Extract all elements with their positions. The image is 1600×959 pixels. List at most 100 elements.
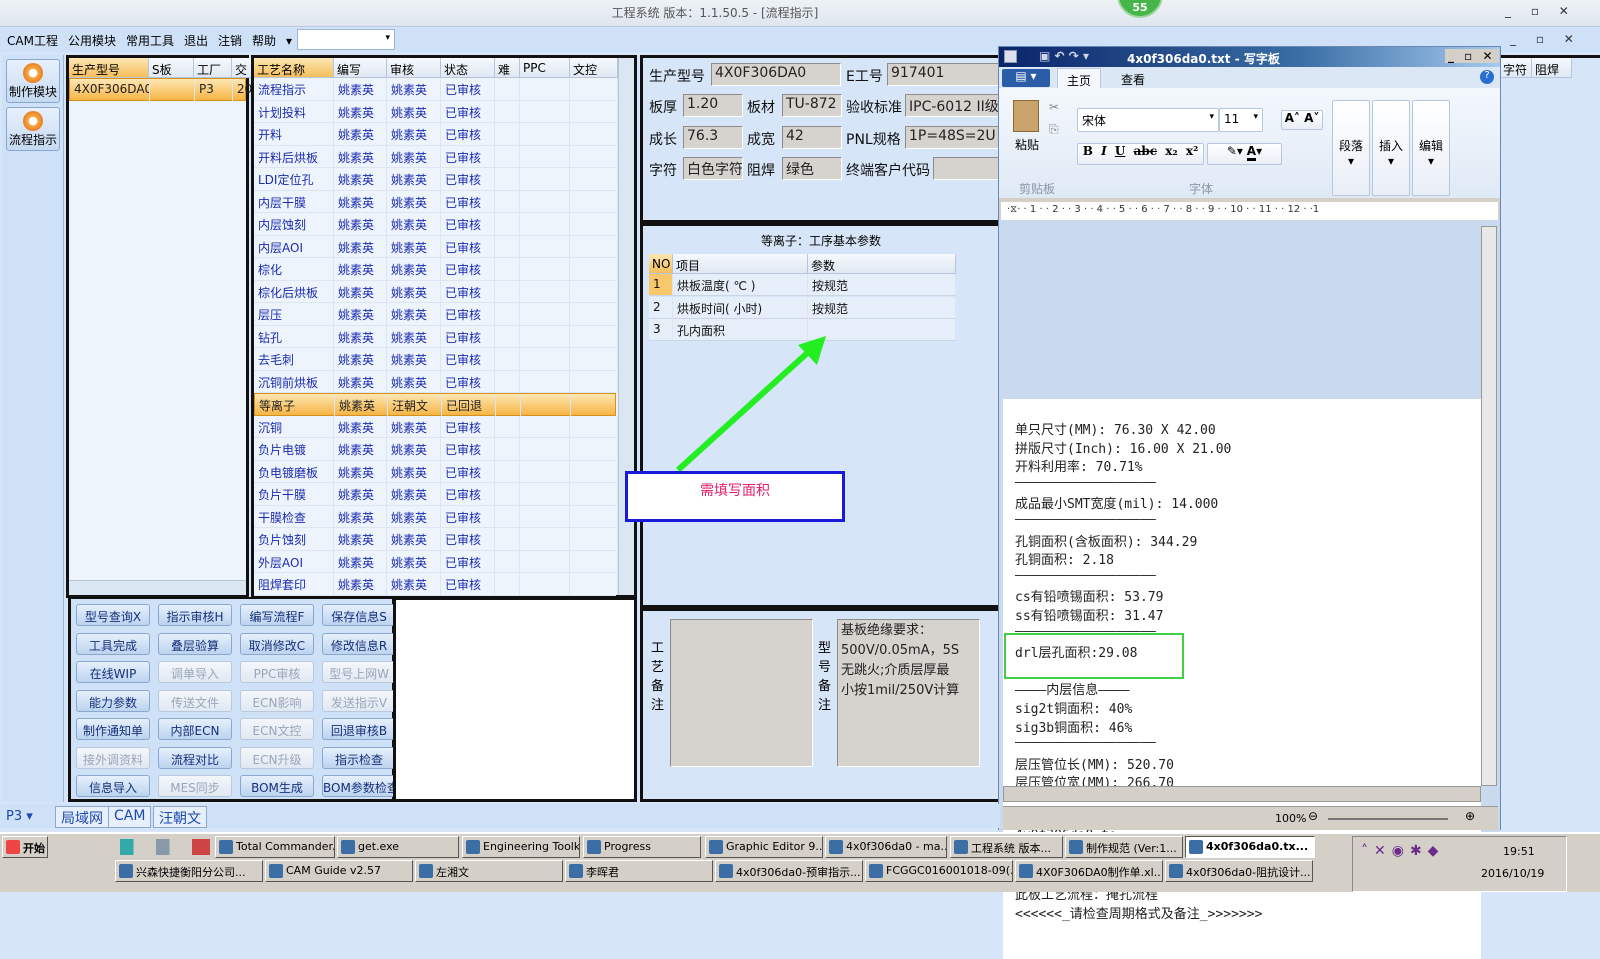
column-header[interactable]: 交 [232,58,252,78]
action-button[interactable]: 工具完成 [76,632,150,655]
column-header[interactable]: 文控 [570,58,618,78]
column-header[interactable]: S板 [149,58,194,78]
table-row[interactable]: 钻孔 姚素英 姚素英 已审核 [254,325,618,348]
quick-launch-icons[interactable] [120,839,210,855]
column-header[interactable]: 生产型号 [69,58,149,78]
taskbar-item[interactable]: 制作规范 (Ver:1... [1065,836,1183,858]
column-header[interactable]: 审核 [387,58,441,78]
sidebar-item-flow[interactable]: ● 流程指示 [6,107,60,151]
action-button[interactable]: BOM参数检查 [322,775,396,797]
column-header[interactable]: 项目 [673,254,808,274]
font-size-select[interactable]: 11 ▾ [1219,108,1263,132]
clock-date[interactable]: 2016/10/19 [1481,867,1544,880]
table-row[interactable]: 开料 姚素英 姚素英 已审核 [254,123,618,146]
table-row[interactable]: 棕化 姚素英 姚素英 已审核 [254,258,618,281]
insert-button[interactable]: 插入 ▾ [1372,100,1410,196]
table-row[interactable]: LDI定位孔 姚素英 姚素英 已审核 [254,168,618,191]
column-header[interactable]: NO [649,254,673,274]
taskbar-item[interactable]: 4x0f306da0 - ma... [825,836,947,858]
table-row[interactable]: 负片电镀 姚素英 姚素英 已审核 [254,438,618,461]
action-button[interactable]: 保存信息S [322,604,396,626]
tab-cam[interactable]: CAM [108,806,152,828]
column-header[interactable]: 工艺名称 [254,58,334,78]
plant-combo[interactable]: P3 ▾ [6,809,33,824]
table-row[interactable]: 内层干膜 姚素英 姚素英 已审核 [254,190,618,213]
table-row[interactable]: 外层AOI 姚素英 姚素英 已审核 [254,550,618,573]
edit-button[interactable]: 编辑 ▾ [1412,100,1450,196]
table-cell[interactable]: 按规范 [808,296,956,319]
start-button[interactable]: 开始 [2,836,48,858]
field-value[interactable]: 白色字符 [683,157,743,180]
taskbar-item[interactable]: Total Commander... [215,836,335,858]
table-row[interactable]: 流程指示 姚素英 姚素英 已审核 [254,78,618,101]
cut-icon[interactable]: ✂ [1049,100,1059,114]
paragraph-button[interactable]: 段落 ▾ [1332,100,1370,196]
menu-item[interactable]: 公用模块 [63,28,121,53]
table-row[interactable]: 棕化后烘板 姚素英 姚素英 已审核 [254,280,618,303]
action-button[interactable]: 回退审核B [322,718,396,740]
copy-icon[interactable]: ⎘ [1049,122,1059,137]
tab-lan[interactable]: 局域网 [55,806,109,828]
clock-time[interactable]: 19:51 [1503,845,1535,858]
horizontal-scrollbar[interactable] [69,580,246,595]
table-row[interactable]: 负片蚀刻 姚素英 姚素英 已审核 [254,528,618,551]
action-button[interactable]: 制作通知单 [76,718,150,740]
zoom-slider[interactable] [1328,818,1448,820]
action-button[interactable]: 流程对比 [158,746,232,769]
column-header[interactable]: 阻焊 [1532,58,1572,78]
action-button[interactable]: 在线WIP [76,661,150,683]
menu-item[interactable]: 注销 [213,28,247,53]
taskbar-item[interactable]: CAM Guide v2.57 [265,860,413,882]
taskbar-item[interactable]: 4x0f306da0.tx... [1185,836,1315,858]
menu-item[interactable]: 常用工具 [121,28,179,53]
tab-user[interactable]: 汪朝文 [153,806,207,828]
color-buttons[interactable]: ✎▾ A▾ [1207,143,1282,165]
action-button[interactable]: 指示审核H [158,604,232,626]
menu-combo[interactable]: ▾ [297,29,395,50]
window-controls[interactable]: _ ▫ ✕ [1505,4,1577,18]
column-header[interactable]: 工厂 [194,58,232,78]
process-remarks-textarea[interactable] [670,619,813,767]
table-row[interactable]: 4X0F306DA0 P3 20 [69,78,253,101]
field-value[interactable]: 76.3 [683,126,743,149]
paste-label[interactable]: 粘贴 [1015,136,1039,153]
zoom-out-icon[interactable]: ⊖ [1308,809,1318,823]
field-value[interactable]: 4X0F306DA0 [711,63,841,86]
column-header[interactable]: 编写 [334,58,387,78]
zoom-in-icon[interactable]: ⊕ [1465,809,1475,823]
model-remarks-textarea[interactable]: 基板绝缘要求：500V/0.05mA，5S无跳火;介质层厚最小按1mil/250… [837,619,980,767]
tray-icons[interactable]: ˄✕◉✱◆ [1361,843,1444,859]
column-header[interactable]: 参数 [808,254,956,274]
action-button[interactable]: 型号查询X [76,604,150,626]
table-row[interactable]: 层压 姚素英 姚素英 已审核 [254,303,618,326]
table-row[interactable]: 沉铜 姚素英 姚素英 已审核 [254,415,618,438]
action-button[interactable]: 叠层验算 [158,632,232,655]
field-value[interactable]: IPC-6012 II级 [905,94,1005,117]
action-button[interactable]: 修改信息R [322,632,396,655]
taskbar-item[interactable]: get.exe [337,836,459,858]
column-header[interactable]: 难 [495,58,520,78]
mdi-controls[interactable]: _ ▫ ✕ [1510,32,1582,46]
action-button[interactable]: 信息导入 [76,775,150,797]
field-value[interactable]: 1P=48S=2U [905,126,1005,149]
table-row[interactable]: 干膜检查 姚素英 姚素英 已审核 [254,505,618,528]
paste-icon[interactable] [1013,100,1039,132]
action-button[interactable]: 能力参数 [76,689,150,712]
help-icon[interactable]: ? [1480,70,1494,84]
taskbar-item[interactable]: 4x0f306da0-预审指示... [715,860,863,882]
table-row[interactable]: 开料后烘板 姚素英 姚素英 已审核 [254,145,618,168]
taskbar-item[interactable]: FCGGC016001018-09(... [865,860,1013,882]
format-buttons[interactable]: B I U abc x₂ x² [1077,143,1204,165]
table-cell[interactable]: 按规范 [808,274,956,296]
action-button[interactable]: 取消修改C [240,632,314,655]
column-header[interactable]: PPC [520,58,570,78]
taskbar-item[interactable]: 兴森快捷衡阳分公司... [115,860,263,882]
table-row[interactable]: 去毛刺 姚素英 姚素英 已审核 [254,348,618,371]
action-button[interactable]: 编写流程F [240,604,314,626]
ruler[interactable]: ·⧖· · 1 · · 2 · · 3 · · 4 · · 5 · · 6 · … [1001,202,1498,220]
tab-home[interactable]: 主页 [1057,68,1101,89]
taskbar-item[interactable]: 4x0f306da0-阻抗设计... [1165,860,1313,882]
field-value[interactable]: 绿色 [782,157,842,180]
table-row[interactable]: 计划投料 姚素英 姚素英 已审核 [254,100,618,123]
help-dropdown-icon[interactable]: ▾ [281,30,297,52]
